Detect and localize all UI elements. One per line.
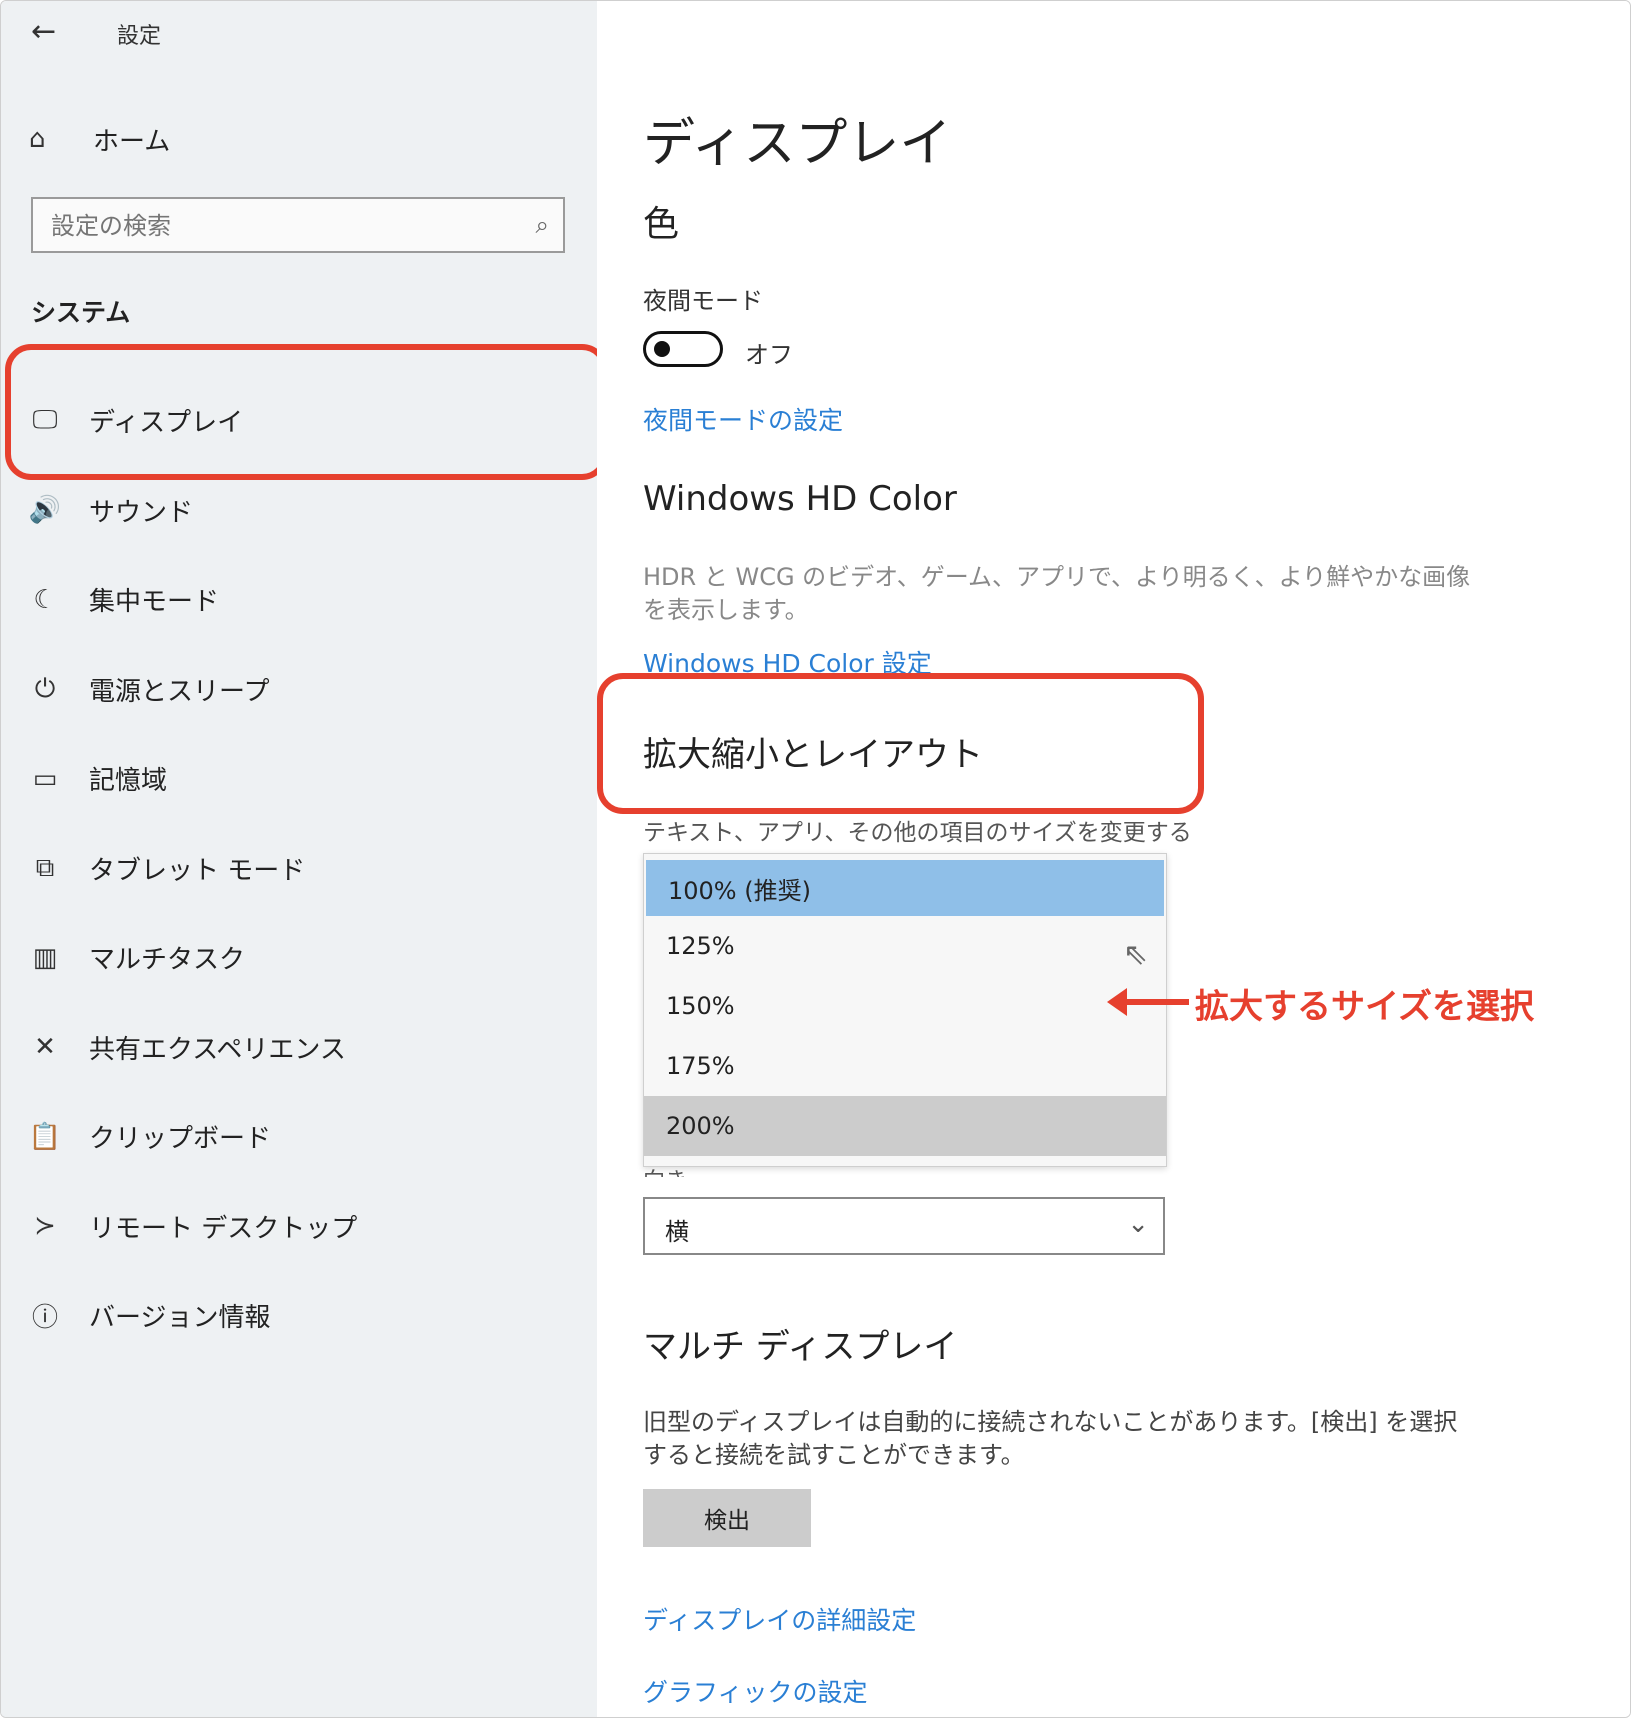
sidebar-item-label: マルチタスク bbox=[89, 945, 246, 976]
annotation-text: 拡大するサイズを選択 bbox=[1195, 987, 1534, 1027]
sidebar-item-remote[interactable]: ≻ リモート デスクトップ bbox=[1, 1182, 597, 1272]
app-title: 設定 bbox=[117, 24, 162, 49]
sidebar-item-about[interactable]: ⓘ バージョン情報 bbox=[1, 1271, 597, 1361]
scale-option-200[interactable]: 200% bbox=[644, 1096, 1166, 1156]
toggle-knob bbox=[654, 341, 670, 357]
graphics-settings-link[interactable]: グラフィックの設定 bbox=[643, 1673, 868, 1709]
sidebar-item-label: 電源とスリープ bbox=[89, 676, 270, 707]
orientation-value: 横 bbox=[665, 1218, 689, 1246]
scale-option-175[interactable]: 175% bbox=[644, 1036, 1166, 1096]
tablet-icon: ⧉ bbox=[35, 852, 55, 883]
scale-option-125[interactable]: 125% bbox=[644, 916, 1166, 976]
chevron-down-icon: ⌄ bbox=[1127, 1209, 1149, 1239]
night-mode-state: オフ bbox=[745, 341, 793, 369]
color-heading: 色 bbox=[643, 204, 680, 245]
sidebar-nav: 🖵 ディスプレイ 🔊 サウンド ☾ 集中モード ⏻ 電源とスリープ ▭ 記憶域 … bbox=[1, 376, 597, 1361]
multi-display-description: 旧型のディスプレイは自動的に接続されないことがあります。[検出] を選択すると接… bbox=[643, 1408, 1458, 1469]
scale-option-100[interactable]: 100% (推奨) bbox=[646, 860, 1164, 916]
orientation-select[interactable]: 横 ⌄ bbox=[643, 1197, 1165, 1255]
sidebar-item-label: バージョン情報 bbox=[89, 1303, 271, 1334]
clipboard-icon: 📋 bbox=[28, 1121, 62, 1152]
annotation-arrow-icon bbox=[1107, 988, 1189, 1016]
main-content: ディスプレイ 色 夜間モード オフ 夜間モードの設定 Windows HD Co… bbox=[597, 1, 1630, 1717]
advanced-display-link[interactable]: ディスプレイの詳細設定 bbox=[643, 1601, 916, 1637]
sidebar-item-label: 共有エクスペリエンス bbox=[89, 1034, 346, 1065]
sidebar-item-storage[interactable]: ▭ 記憶域 bbox=[1, 734, 597, 824]
moon-icon: ☾ bbox=[33, 584, 57, 615]
search-input[interactable] bbox=[49, 207, 513, 245]
annotation-highlight-scale bbox=[597, 673, 1204, 814]
sidebar-item-label: タブレット モード bbox=[89, 855, 306, 886]
sidebar-item-label: 集中モード bbox=[89, 587, 220, 618]
sidebar-item-shared[interactable]: ✕ 共有エクスペリエンス bbox=[1, 1003, 597, 1093]
back-arrow-icon[interactable]: ← bbox=[31, 15, 65, 49]
settings-window: ← 設定 ⌂ ホーム ⌕ システム 🖵 ディスプレイ 🔊 サウンド ☾ 集中モー… bbox=[0, 0, 1631, 1718]
home-icon: ⌂ bbox=[29, 124, 46, 154]
sidebar-item-label: 記憶域 bbox=[89, 766, 168, 797]
sidebar-item-power[interactable]: ⏻ 電源とスリープ bbox=[1, 645, 597, 735]
power-icon: ⏻ bbox=[34, 673, 56, 704]
multi-display-heading: マルチ ディスプレイ bbox=[643, 1327, 958, 1367]
remote-icon: ≻ bbox=[34, 1211, 56, 1242]
sidebar-item-label: リモート デスクトップ bbox=[89, 1213, 358, 1244]
night-mode-settings-link[interactable]: 夜間モードの設定 bbox=[643, 401, 843, 437]
storage-icon: ▭ bbox=[32, 763, 58, 794]
hd-color-heading: Windows HD Color bbox=[643, 479, 957, 519]
home-label: ホーム bbox=[93, 126, 171, 157]
info-icon: ⓘ bbox=[31, 1303, 58, 1334]
scale-description: テキスト、アプリ、その他の項目のサイズを変更する bbox=[643, 820, 1192, 846]
sidebar-item-clipboard[interactable]: 📋 クリップボード bbox=[1, 1092, 597, 1182]
detect-button[interactable]: 検出 bbox=[643, 1489, 811, 1547]
night-mode-toggle[interactable] bbox=[643, 331, 723, 367]
annotation-highlight-display bbox=[5, 344, 608, 480]
sidebar-item-label: クリップボード bbox=[89, 1124, 272, 1155]
page-title: ディスプレイ bbox=[643, 114, 952, 174]
sidebar-home[interactable]: ⌂ ホーム bbox=[29, 119, 170, 159]
multitask-icon: ▥ bbox=[32, 942, 58, 973]
sidebar-item-tablet[interactable]: ⧉ タブレット モード bbox=[1, 824, 597, 914]
search-icon: ⌕ bbox=[535, 211, 549, 239]
scale-option-150[interactable]: 150% bbox=[644, 976, 1166, 1036]
sidebar-item-label: サウンド bbox=[89, 497, 194, 528]
share-icon: ✕ bbox=[34, 1032, 56, 1063]
night-mode-label: 夜間モード bbox=[643, 287, 763, 315]
orientation-label: 向き bbox=[643, 1163, 687, 1177]
settings-search[interactable]: ⌕ bbox=[31, 197, 565, 253]
sidebar-item-multitask[interactable]: ▥ マルチタスク bbox=[1, 913, 597, 1003]
sidebar-item-focus[interactable]: ☾ 集中モード bbox=[1, 555, 597, 645]
sidebar: ← 設定 ⌂ ホーム ⌕ システム 🖵 ディスプレイ 🔊 サウンド ☾ 集中モー… bbox=[1, 1, 608, 1717]
speaker-icon: 🔊 bbox=[28, 495, 62, 526]
mouse-cursor-icon: ⇖ bbox=[1123, 937, 1149, 972]
section-label-system: システム bbox=[31, 298, 131, 327]
scale-dropdown-list: 100% (推奨) 125% 150% 175% 200% bbox=[643, 853, 1167, 1167]
hd-color-description: HDR と WCG のビデオ、ゲーム、アプリで、より明るく、より鮮やかな画像を表… bbox=[643, 563, 1471, 624]
